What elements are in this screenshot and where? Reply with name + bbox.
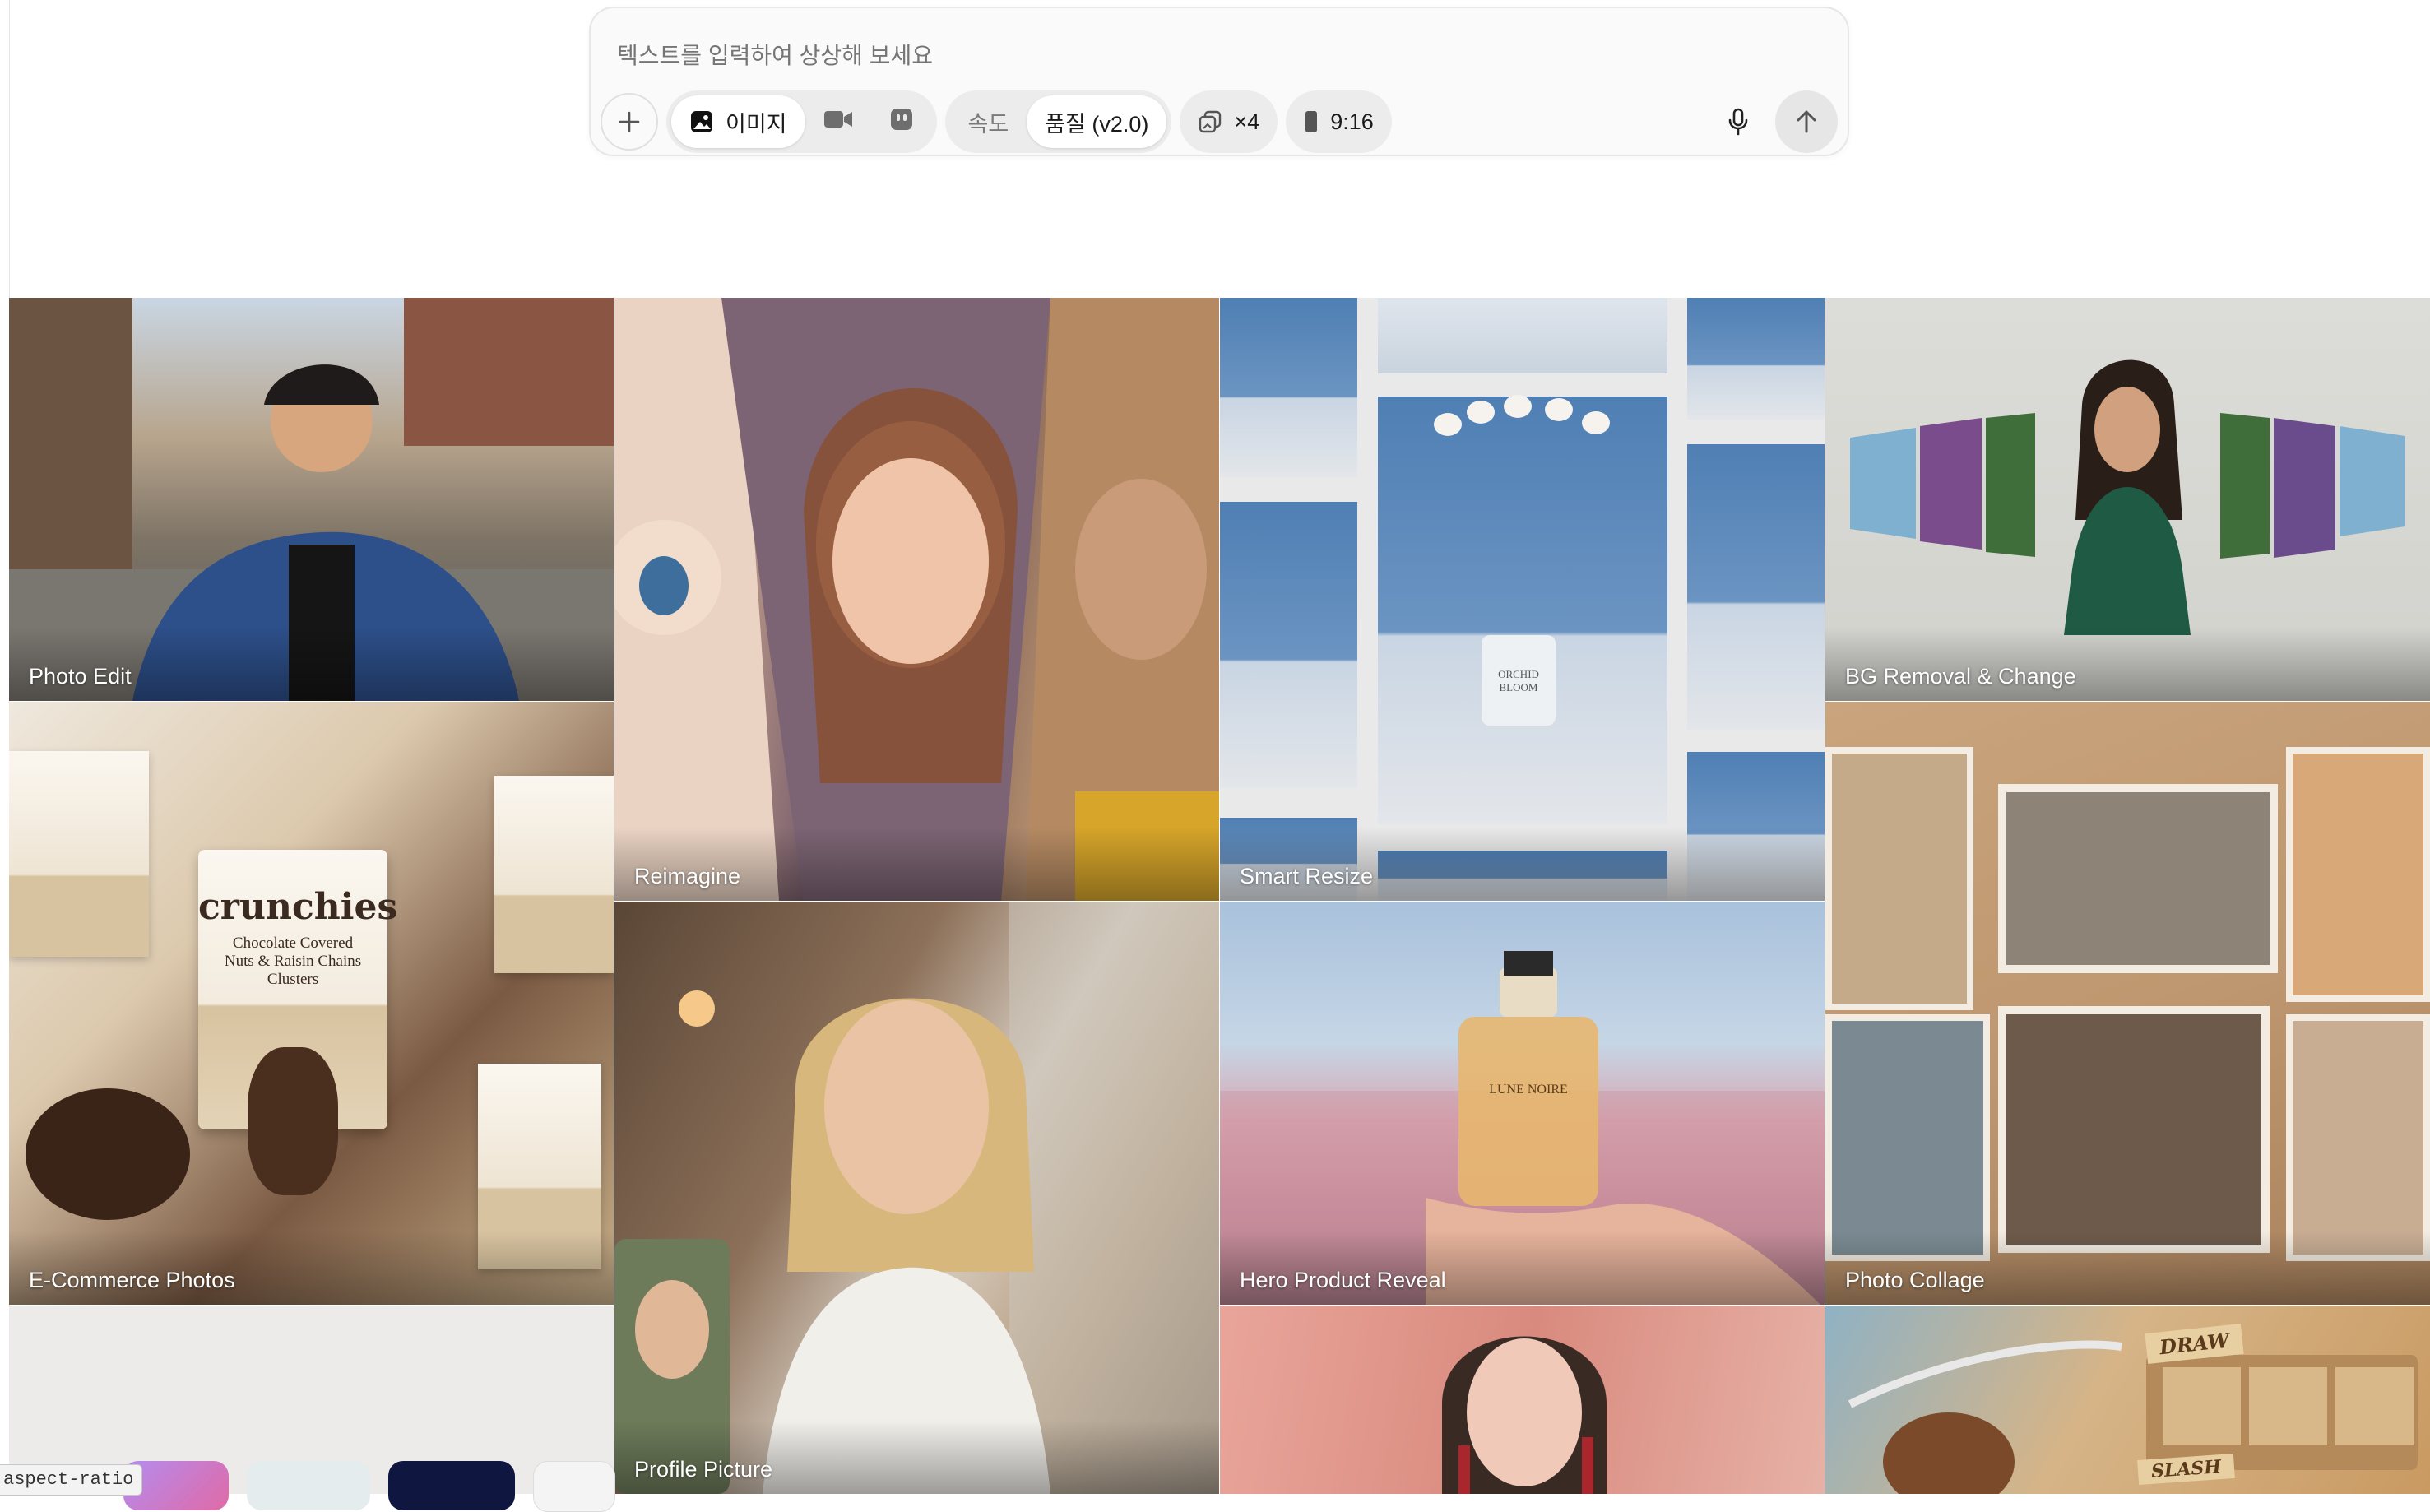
gallery-tile-photo-edit[interactable]: Photo Edit bbox=[9, 298, 614, 701]
orchid-flower bbox=[1434, 413, 1462, 436]
collage-photo bbox=[2286, 1014, 2430, 1261]
aspect-ratio-tag: aspect-ratio bbox=[0, 1464, 143, 1496]
crunchies-pack bbox=[9, 751, 149, 957]
mode-video-button[interactable] bbox=[805, 95, 871, 148]
plus-icon bbox=[619, 111, 640, 132]
reimagine-illustration bbox=[614, 298, 1219, 901]
mode-image-label: 이미지 bbox=[726, 111, 787, 137]
game-art-illustration bbox=[1848, 1340, 2418, 1494]
aspect-ratio-button[interactable]: 9:16 bbox=[1286, 90, 1392, 153]
collage-photo bbox=[1825, 747, 1973, 1010]
add-button[interactable] bbox=[601, 93, 658, 151]
gallery-tile-smart-resize[interactable]: ORCHID BLOOM Smart Resize bbox=[1220, 298, 1825, 901]
gallery-tile-hero-product[interactable]: LUNE NOIRE Hero Product Reveal bbox=[1220, 902, 1825, 1305]
chocolate-cluster bbox=[248, 1047, 338, 1195]
crunchies-pack bbox=[494, 776, 614, 973]
gallery-tile-photo-collage[interactable]: Photo Collage bbox=[1825, 702, 2430, 1305]
images-stack-icon bbox=[1198, 109, 1222, 134]
collage-photo bbox=[1825, 1014, 1990, 1261]
crunchies-brand: crunchies bbox=[198, 886, 398, 928]
mode-image-button[interactable]: 이미지 bbox=[671, 95, 805, 148]
profile-illustration bbox=[614, 902, 1219, 1494]
portrait-ratio-icon bbox=[1304, 109, 1319, 134]
collage-photo bbox=[1998, 1006, 2270, 1253]
perfume-label: LUNE NOIRE bbox=[1489, 1083, 1568, 1097]
gallery-tile-reimagine[interactable]: Reimagine bbox=[614, 298, 1219, 901]
tile-label: Smart Resize bbox=[1240, 864, 1374, 888]
orchid-flower bbox=[1582, 411, 1610, 434]
crunchies-subtitle: Chocolate Covered Nuts & Raisin Chains C… bbox=[224, 935, 362, 988]
tile-label: Photo Collage bbox=[1845, 1268, 1985, 1292]
speed-label: 속도 bbox=[967, 111, 1009, 137]
speed-quality-switcher: 속도 품질 (v2.0) bbox=[944, 90, 1172, 153]
orchid-flower bbox=[1504, 395, 1532, 418]
prompt-input[interactable] bbox=[615, 33, 1770, 79]
mode-switcher: 이미지 bbox=[666, 90, 937, 153]
collage-photo bbox=[1998, 784, 2278, 973]
orchid-flower bbox=[1467, 401, 1495, 424]
mode-avatar-button[interactable] bbox=[871, 95, 932, 148]
collage-photo bbox=[2286, 747, 2430, 1002]
gallery-tile-profile-picture[interactable]: Profile Picture bbox=[614, 902, 1219, 1494]
arrow-up-icon bbox=[1797, 110, 1816, 133]
tile-label: E-Commerce Photos bbox=[29, 1268, 235, 1292]
resize-panel-top bbox=[1378, 298, 1667, 373]
resize-panel-left bbox=[1220, 502, 1357, 788]
resize-panel-center bbox=[1378, 397, 1667, 824]
chocolate-cluster bbox=[26, 1088, 190, 1220]
resize-panel-right bbox=[1687, 444, 1825, 730]
bottom-thumb[interactable] bbox=[388, 1461, 515, 1510]
orchid-flower bbox=[1545, 398, 1573, 421]
bottom-thumb[interactable] bbox=[533, 1461, 615, 1512]
voice-input-button[interactable] bbox=[1709, 93, 1767, 151]
tile-label: Profile Picture bbox=[634, 1457, 773, 1482]
composer-controls: 이미지 속도 품질 (v2.0) ×4 9:16 bbox=[601, 89, 1392, 155]
speed-button[interactable]: 속도 bbox=[950, 95, 1027, 148]
resize-panel-right bbox=[1687, 298, 1825, 420]
avatar-icon bbox=[889, 107, 914, 137]
video-camera-icon bbox=[823, 109, 853, 136]
prompt-composer: 이미지 속도 품질 (v2.0) bbox=[589, 7, 1849, 156]
tile-label: BG Removal & Change bbox=[1845, 664, 2076, 689]
microphone-icon bbox=[1728, 108, 1748, 136]
gallery-tile-ecommerce[interactable]: crunchies Chocolate Covered Nuts & Raisi… bbox=[9, 702, 614, 1305]
gallery-tile-portrait-lipstick[interactable] bbox=[1220, 1306, 1825, 1494]
image-count-button[interactable]: ×4 bbox=[1180, 90, 1278, 153]
quality-label: 품질 (v2.0) bbox=[1045, 111, 1149, 137]
send-button[interactable] bbox=[1775, 90, 1838, 153]
tile-label: Photo Edit bbox=[29, 664, 132, 689]
resize-panel-left bbox=[1220, 298, 1357, 477]
image-count-label: ×4 bbox=[1234, 109, 1260, 134]
bottom-thumb[interactable] bbox=[247, 1461, 370, 1510]
gallery-tile-bg-removal[interactable]: BG Removal & Change bbox=[1825, 298, 2430, 701]
gallery-tile-game-art[interactable]: DRAW SLASH bbox=[1825, 1306, 2430, 1494]
tile-label: Hero Product Reveal bbox=[1240, 1268, 1446, 1292]
aspect-ratio-label: 9:16 bbox=[1330, 109, 1374, 134]
tile-label: Reimagine bbox=[634, 864, 741, 888]
orchid-jar: ORCHID BLOOM bbox=[1482, 635, 1556, 726]
image-icon bbox=[689, 109, 714, 134]
composer-actions bbox=[1709, 89, 1838, 155]
quality-button[interactable]: 품질 (v2.0) bbox=[1027, 95, 1167, 148]
lipstick-illustration bbox=[1442, 1336, 1607, 1494]
